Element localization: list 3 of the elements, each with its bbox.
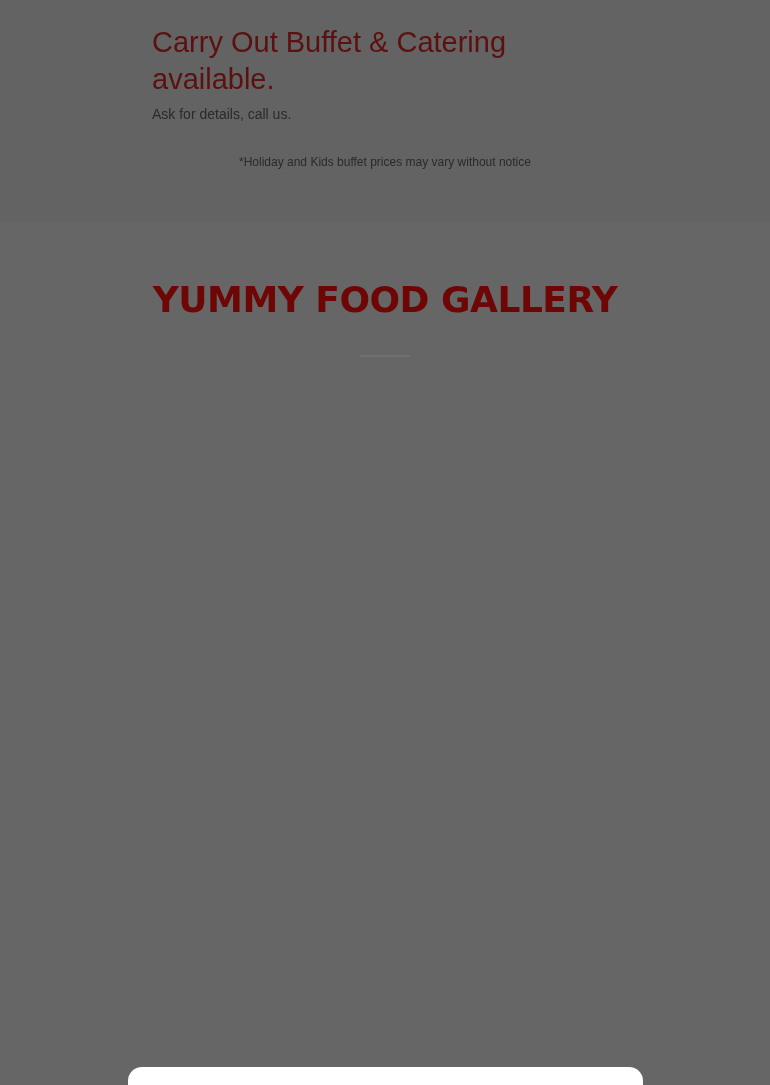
- catering-heading: Carry Out Buffet & Catering available.: [152, 25, 508, 97]
- catering-text: Ask for details, call us.: [152, 105, 292, 124]
- gallery-title: YUMMY FOOD GALLERY: [152, 278, 618, 322]
